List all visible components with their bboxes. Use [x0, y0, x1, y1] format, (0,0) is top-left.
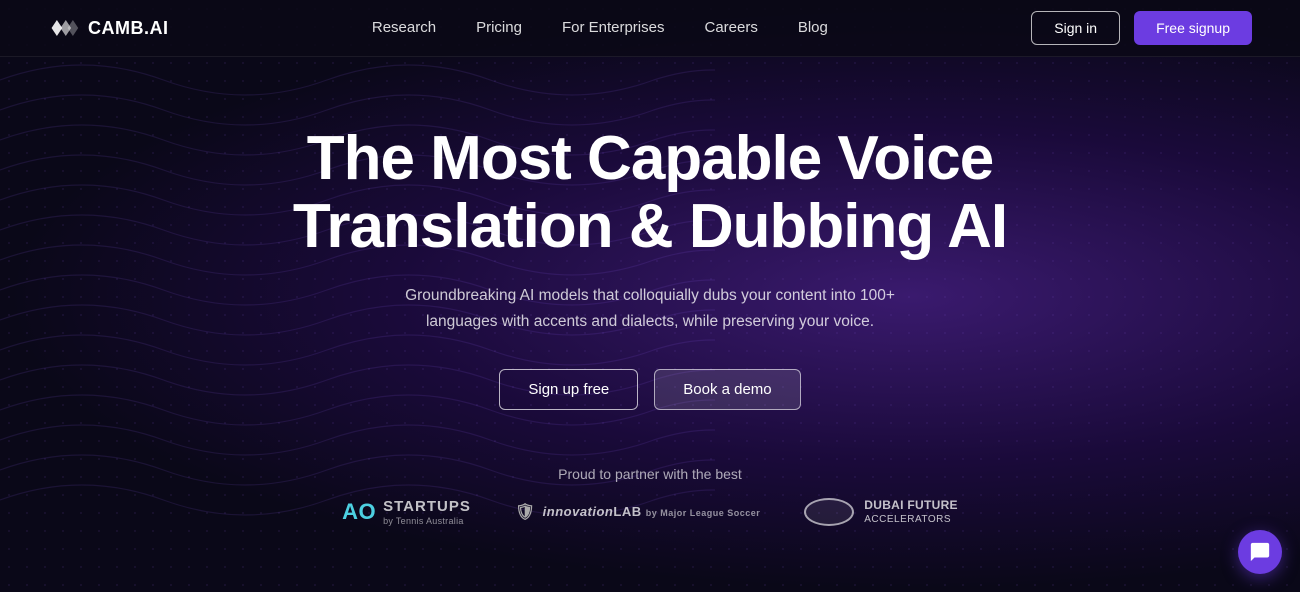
nav-research[interactable]: Research: [372, 19, 436, 36]
hero-section: The Most Capable Voice Translation & Dub…: [0, 57, 1300, 462]
chat-button[interactable]: [1238, 530, 1282, 574]
logo[interactable]: CAMB.AI: [48, 16, 169, 40]
partners-logos: AO STARTUPS by Tennis Australia 🛡 innova…: [342, 498, 958, 527]
ao-sub: by Tennis Australia: [383, 516, 471, 527]
hero-cta-group: Sign up free Book a demo: [499, 369, 800, 410]
nav-links: Research Pricing For Enterprises Careers…: [372, 19, 828, 37]
dubai-oval-icon: [804, 498, 854, 526]
logo-text: CAMB.AI: [88, 18, 169, 39]
navbar: CAMB.AI Research Pricing For Enterprises…: [0, 0, 1300, 57]
hero-title-line1: The Most Capable Voice: [307, 124, 994, 193]
dubai-main: DUBAI FUTURE: [864, 498, 958, 514]
partner-ao-startups: AO STARTUPS by Tennis Australia: [342, 498, 471, 527]
partners-label: Proud to partner with the best: [558, 466, 742, 482]
hero-subtitle: Groundbreaking AI models that colloquial…: [370, 283, 930, 334]
nav-careers[interactable]: Careers: [704, 19, 757, 36]
innovation-sub: by Major League Soccer: [646, 508, 761, 518]
dubai-sub: ACCELERATORS: [864, 513, 958, 526]
ao-letters: AO: [342, 499, 376, 525]
partner-innovation-lab: 🛡 innovationLAB by Major League Soccer: [515, 502, 760, 522]
hero-title-line2: Translation & Dubbing AI: [293, 192, 1007, 261]
nav-actions: Sign in Free signup: [1031, 11, 1252, 45]
partner-dubai-future: DUBAI FUTURE ACCELERATORS: [804, 498, 958, 527]
nav-blog[interactable]: Blog: [798, 19, 828, 36]
ao-startups-text: STARTUPS: [383, 498, 471, 516]
partners-section: Proud to partner with the best AO STARTU…: [0, 466, 1300, 527]
hero-demo-button[interactable]: Book a demo: [654, 369, 800, 410]
innovation-shield-icon: 🛡: [515, 502, 536, 522]
chat-icon: [1249, 541, 1271, 563]
hero-title: The Most Capable Voice Translation & Dub…: [293, 125, 1007, 261]
nav-pricing[interactable]: Pricing: [476, 19, 522, 36]
signup-button[interactable]: Free signup: [1134, 11, 1252, 45]
nav-enterprises[interactable]: For Enterprises: [562, 19, 665, 36]
logo-icon: [48, 16, 80, 40]
signin-button[interactable]: Sign in: [1031, 11, 1120, 45]
hero-signup-button[interactable]: Sign up free: [499, 369, 638, 410]
innovation-main: innovationLAB: [543, 504, 642, 519]
